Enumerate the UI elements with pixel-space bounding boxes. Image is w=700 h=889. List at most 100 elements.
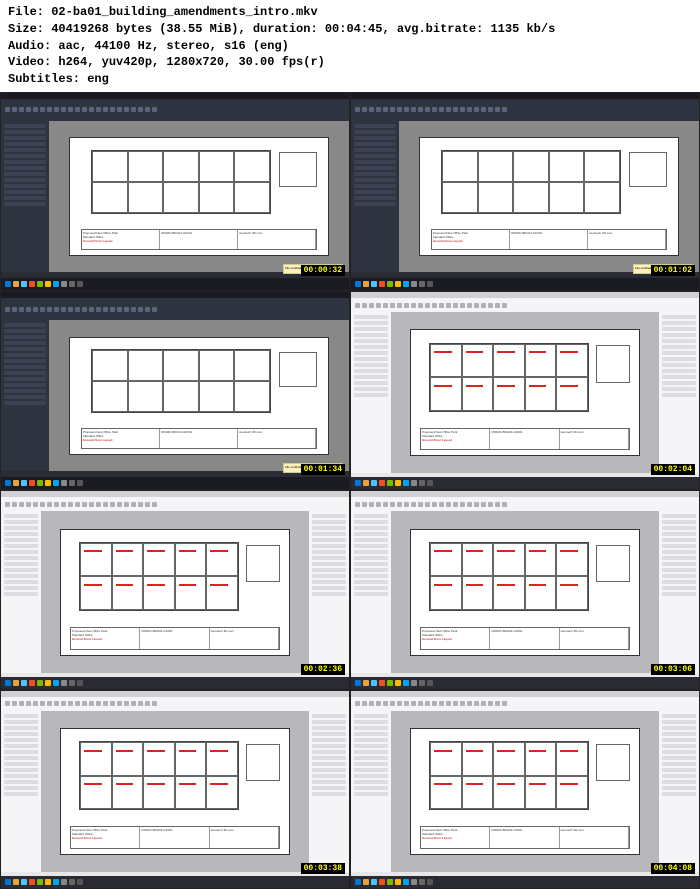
taskbar-icon[interactable] [403,281,409,287]
taskbar-icon[interactable] [379,680,385,686]
video-thumbnail[interactable]: Proposed New Office ParkStandard OfficeG… [0,490,350,689]
ribbon-button[interactable] [488,107,493,112]
panel-item[interactable] [4,365,46,369]
ribbon-button[interactable] [26,107,31,112]
ribbon-button[interactable] [432,701,437,706]
panel-item[interactable] [4,178,46,182]
panel-item[interactable] [354,586,388,590]
ribbon-button[interactable] [131,107,136,112]
panel-item[interactable] [354,580,388,584]
ribbon-button[interactable] [5,502,10,507]
panel-item[interactable] [312,756,346,760]
taskbar-icon[interactable] [371,480,377,486]
ribbon-button[interactable] [383,303,388,308]
panel-item[interactable] [354,514,388,518]
panel-item[interactable] [662,768,696,772]
panel-item[interactable] [4,383,46,387]
panel-item[interactable] [354,762,388,766]
ribbon-button[interactable] [376,502,381,507]
panel-item[interactable] [354,172,396,176]
ribbon-button[interactable] [26,307,31,312]
ribbon-button[interactable] [145,307,150,312]
ribbon-button[interactable] [502,303,507,308]
taskbar-icon[interactable] [371,281,377,287]
panel-item[interactable] [662,744,696,748]
panel-item[interactable] [354,526,388,530]
panel-item[interactable] [354,357,388,361]
panel-item[interactable] [354,327,388,331]
panel-item[interactable] [4,148,46,152]
panel-item[interactable] [4,190,46,194]
taskbar-icon[interactable] [355,281,361,287]
ribbon-button[interactable] [12,107,17,112]
panel-item[interactable] [354,154,396,158]
taskbar-icon[interactable] [387,879,393,885]
taskbar-icon[interactable] [13,879,19,885]
panel-item[interactable] [4,371,46,375]
panel-item[interactable] [662,526,696,530]
ribbon-button[interactable] [418,107,423,112]
video-thumbnail[interactable]: Proposed New Office ParkStandard OfficeG… [350,92,700,291]
panel-item[interactable] [4,580,38,584]
ribbon-button[interactable] [411,303,416,308]
panel-item[interactable] [662,381,696,385]
panel-item[interactable] [312,714,346,718]
ribbon-button[interactable] [495,107,500,112]
taskbar-icon[interactable] [419,879,425,885]
panel-item[interactable] [662,357,696,361]
panel-item[interactable] [354,142,396,146]
ribbon-button[interactable] [5,307,10,312]
taskbar-icon[interactable] [45,879,51,885]
panel-item[interactable] [4,395,46,399]
panel-item[interactable] [354,363,388,367]
ribbon-button[interactable] [383,701,388,706]
ribbon-button[interactable] [390,303,395,308]
video-thumbnail[interactable]: Proposed New Office ParkStandard OfficeG… [350,291,700,490]
ribbon-button[interactable] [404,502,409,507]
ribbon-button[interactable] [397,303,402,308]
ribbon-button[interactable] [460,107,465,112]
panel-item[interactable] [354,369,388,373]
ribbon-button[interactable] [110,107,115,112]
ribbon-button[interactable] [397,701,402,706]
panel-item[interactable] [662,556,696,560]
ribbon-button[interactable] [47,107,52,112]
taskbar-icon[interactable] [387,281,393,287]
ribbon-button[interactable] [418,502,423,507]
panel-item[interactable] [4,359,46,363]
ribbon-button[interactable] [103,107,108,112]
ribbon-button[interactable] [110,502,115,507]
taskbar-icon[interactable] [29,480,35,486]
panel-item[interactable] [4,762,38,766]
ribbon-button[interactable] [19,307,24,312]
taskbar-icon[interactable] [5,281,11,287]
ribbon-button[interactable] [495,502,500,507]
ribbon-button[interactable] [390,502,395,507]
panel-item[interactable] [4,526,38,530]
taskbar-icon[interactable] [427,480,433,486]
taskbar-icon[interactable] [21,480,27,486]
ribbon-button[interactable] [502,107,507,112]
panel-item[interactable] [4,172,46,176]
ribbon-button[interactable] [488,502,493,507]
panel-item[interactable] [354,592,388,596]
ribbon-button[interactable] [460,701,465,706]
panel-item[interactable] [4,586,38,590]
panel-item[interactable] [354,381,388,385]
taskbar-icon[interactable] [61,680,67,686]
panel-item[interactable] [354,732,388,736]
panel-item[interactable] [354,562,388,566]
ribbon-button[interactable] [68,107,73,112]
panel-item[interactable] [4,774,38,778]
ribbon-button[interactable] [117,502,122,507]
ribbon-button[interactable] [54,107,59,112]
panel-item[interactable] [354,792,388,796]
panel-item[interactable] [4,124,46,128]
ribbon-button[interactable] [439,303,444,308]
panel-item[interactable] [312,744,346,748]
panel-item[interactable] [4,347,46,351]
drawing-canvas[interactable]: Proposed New Office ParkStandard OfficeG… [49,121,349,272]
panel-item[interactable] [354,556,388,560]
panel-item[interactable] [354,538,388,542]
ribbon-button[interactable] [467,502,472,507]
